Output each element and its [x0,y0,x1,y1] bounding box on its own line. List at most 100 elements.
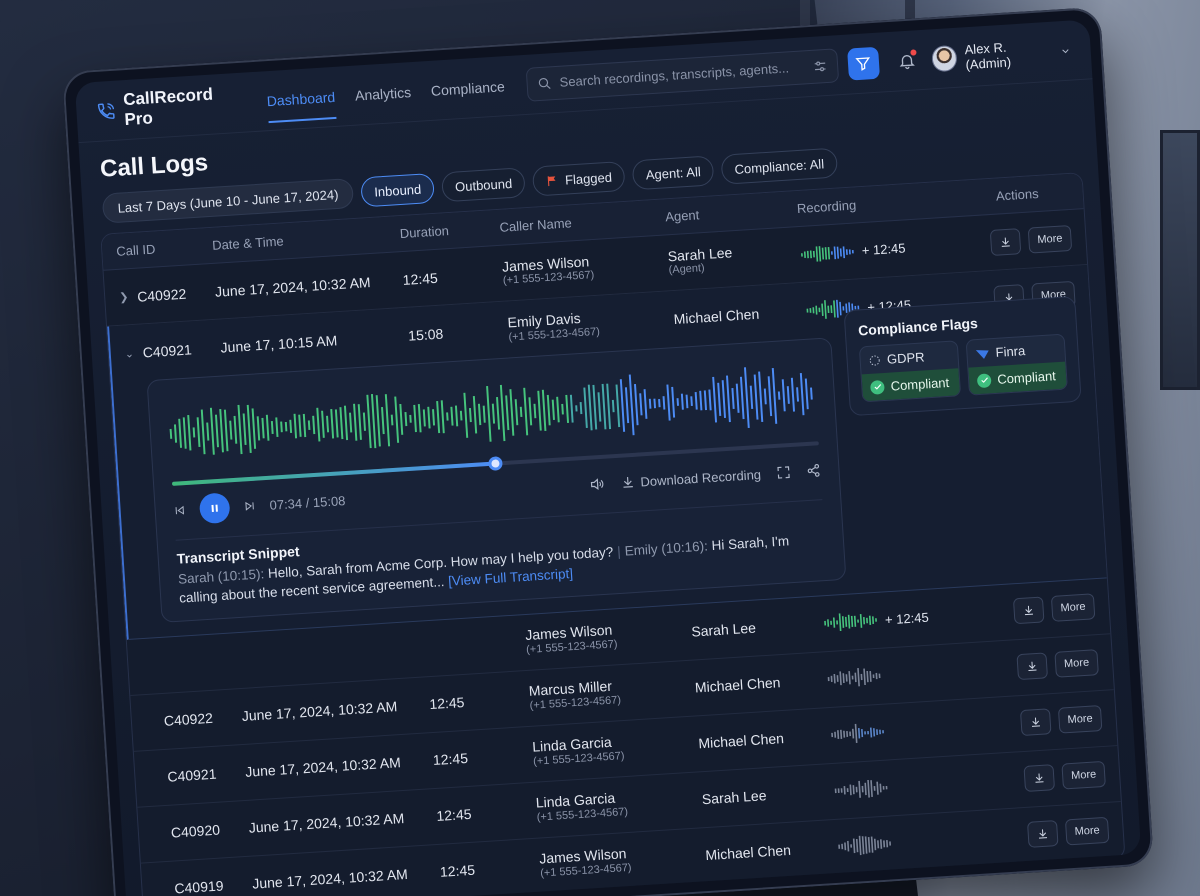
transcript-separator: | [616,543,622,560]
agent-name: Michael Chen [704,842,792,864]
filter-button[interactable] [846,46,880,81]
call-id: C40921 [166,765,217,786]
download-icon [623,477,633,488]
header-recording[interactable]: Recording [797,192,938,216]
call-datetime: June 17, 2024, 10:32 AM [241,698,398,725]
caller-cell: Marcus Miller (+1 555-123-4567) [528,673,696,713]
caller-cell: Linda Garcia (+1 555-123-4567) [532,729,700,769]
app-stage: CallRecord Pro Dashboard Analytics Compl… [62,0,1200,896]
tab-compliance[interactable]: Compliance [429,56,507,121]
skip-forward-icon[interactable] [243,500,256,513]
search-box [525,47,839,102]
view-full-transcript-link[interactable]: [View Full Transcript] [448,566,574,589]
download-button[interactable] [1019,708,1052,737]
compliance-card-gdpr[interactable]: GDPR Compliant [859,340,962,403]
chip-flagged-label: Flagged [564,169,613,188]
recording-cell[interactable]: + 12:45 [822,602,963,637]
download-recording-button[interactable]: Download Recording [620,466,761,490]
avatar [931,44,958,72]
call-datetime: June 17, 2024, 10:32 AM [251,866,409,892]
call-duration: 12:45 [402,269,439,288]
call-id: C40919 [174,877,224,896]
header-caller-name[interactable]: Caller Name [499,209,666,235]
recording-cell[interactable] [836,825,977,860]
compliance-status: Compliant [968,361,1067,395]
call-datetime: June 17, 2024, 10:32 AM [214,273,371,300]
recording-cell[interactable]: + 12:45 [799,233,940,268]
recording-cell[interactable] [829,714,970,749]
recording-cell[interactable] [833,769,974,804]
flag-icon [547,175,556,186]
compliance-grid: GDPR Compliant Finra Compliant [859,333,1068,403]
check-icon [870,379,886,395]
dashed-circle-icon [870,355,881,366]
header-agent[interactable]: Agent [665,201,798,224]
app-logo[interactable]: CallRecord Pro [95,82,244,131]
chevron-right-icon[interactable]: ❯ [119,290,130,304]
pause-button[interactable] [198,492,231,525]
waveform-icon [834,780,888,799]
search-input[interactable] [559,59,806,90]
recording-cell[interactable] [826,658,967,693]
compliance-label: Finra [995,343,1026,360]
download-button[interactable] [989,227,1022,256]
download-button[interactable] [1023,764,1056,793]
check-icon [976,372,992,388]
download-icon [1031,717,1040,728]
notifications-button[interactable] [896,48,919,72]
call-id-cell: ⌄ C40921 [124,340,221,362]
download-icon [1028,662,1037,672]
progress-handle[interactable] [488,456,504,471]
waveform-icon [824,613,877,632]
fullscreen-icon[interactable] [776,465,791,480]
call-id: C40922 [136,285,187,305]
more-button[interactable]: More [1064,817,1110,846]
user-menu[interactable]: Alex R. (Admin) [931,35,1072,74]
funnel-icon [855,56,871,71]
call-id [142,660,238,666]
download-icon [1035,773,1044,784]
call-datetime: June 17, 2024, 10:32 AM [248,810,405,837]
notification-dot [910,48,917,56]
more-button[interactable]: More [1061,761,1106,790]
caller-cell: Emily Davis (+1 555-123-4567) [507,304,675,344]
more-button[interactable]: More [1050,593,1096,623]
download-button[interactable] [1012,596,1045,625]
more-button[interactable]: More [1054,649,1099,679]
sliders-icon[interactable] [812,58,827,73]
more-button[interactable]: More [1057,705,1103,734]
call-duration: 12:45 [432,750,469,769]
compliance-card-finra[interactable]: Finra Compliant [965,333,1068,396]
app-screen: CallRecord Pro Dashboard Analytics Compl… [74,19,1142,896]
expanded-call: ⌄ C40921 June 17, 10:15 AM 15:08 Emily D… [107,265,1107,640]
more-button[interactable]: More [1027,224,1073,254]
header-actions: Actions [995,185,1040,204]
chip-agent[interactable]: Agent: All [631,155,715,191]
date-range-picker[interactable]: Last 7 Days (June 10 - June 17, 2024) [101,177,355,224]
agent-name: Michael Chen [697,730,785,752]
chip-flagged[interactable]: Flagged [532,160,626,197]
share-icon[interactable] [806,463,821,478]
tab-analytics[interactable]: Analytics [353,62,413,125]
transcript-speaker: Sarah (10:15): [177,566,265,587]
download-button[interactable] [1016,652,1048,681]
skip-back-icon[interactable] [173,504,186,517]
chip-compliance[interactable]: Compliance: All [720,147,838,185]
chip-outbound[interactable]: Outbound [441,167,527,203]
call-datetime: June 17, 2024, 10:32 AM [244,754,402,781]
call-datetime: June 17, 10:15 AM [220,332,338,356]
header-call-id[interactable]: Call ID [116,238,213,259]
call-duration: 12:45 [435,806,472,825]
download-button[interactable] [1026,820,1059,849]
download-recording-label: Download Recording [640,466,762,489]
volume-icon[interactable] [588,476,605,493]
chevron-down-icon[interactable]: ⌄ [124,346,135,361]
chip-inbound[interactable]: Inbound [360,172,436,208]
call-duration: 12:45 [439,861,476,881]
compliance-status-label: Compliant [996,368,1057,387]
compliance-title: Compliance Flags [857,315,979,339]
call-id-cell: ❯ C40922 [119,283,216,305]
header-duration[interactable]: Duration [399,220,500,241]
tab-dashboard[interactable]: Dashboard [265,66,337,130]
header-date-time[interactable]: Date & Time [212,226,401,252]
